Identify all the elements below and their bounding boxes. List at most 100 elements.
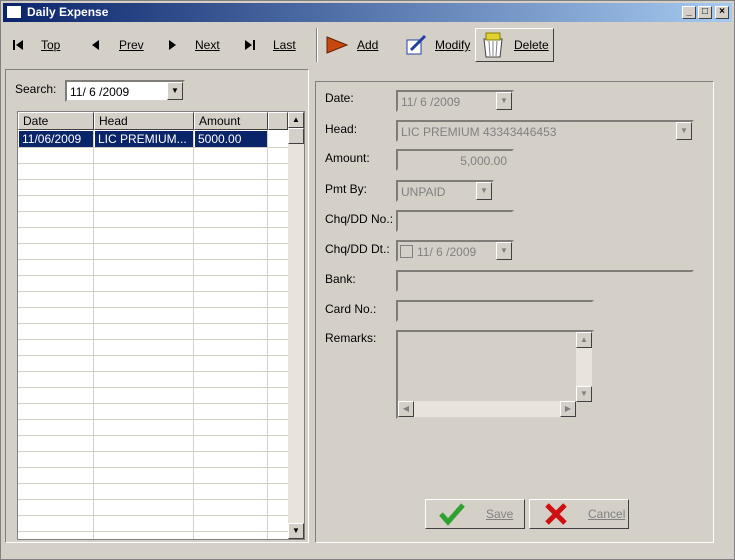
grid-divider [193,130,194,539]
chevron-down-icon[interactable]: ▼ [676,122,692,140]
chq-no-field[interactable] [396,210,514,232]
add-button[interactable]: Add [325,28,378,62]
last-record-icon [245,40,255,50]
chq-date-label: Chq/DD Dt.: [325,242,390,256]
table-cell-amount[interactable]: 5000.00 [195,131,267,147]
prev-button[interactable]: Prev [89,28,144,62]
grid-row-line [18,419,288,420]
main-window: Daily Expense _ □ × Top Prev Next Last A… [0,0,735,560]
scroll-down-button[interactable]: ▼ [288,523,304,539]
modify-button[interactable]: Modify [405,28,470,62]
grid-row-line [18,499,288,500]
next-button[interactable]: Next [165,28,220,62]
top-button[interactable]: Top [11,28,60,62]
pmt-by-value: UNPAID [401,185,446,199]
add-label: Add [357,38,379,52]
chevron-down-icon[interactable]: ▼ [167,82,183,100]
bank-field[interactable] [396,270,694,292]
head-label: Head: [325,122,358,136]
chq-no-label: Chq/DD No.: [325,212,394,226]
col-header-head[interactable]: Head [94,112,194,130]
pmt-by-label: Pmt By: [325,182,368,196]
maximize-button[interactable]: □ [698,6,712,19]
date-value: 11/ 6 /2009 [401,95,461,109]
grid-row-line [18,211,288,212]
grid-row-line [18,323,288,324]
grid-scrollbar[interactable]: ▲ ▼ [288,112,304,539]
remarks-label: Remarks: [325,331,377,345]
chq-date-checkbox[interactable] [400,245,413,258]
grid-row-line [18,179,288,180]
scroll-up-button[interactable]: ▲ [576,332,592,348]
edit-icon [406,34,427,55]
grid-row-line [18,435,288,436]
scroll-down-button[interactable]: ▼ [576,386,592,402]
chq-date-value: 11/ 6 /2009 [417,245,477,259]
scroll-up-button[interactable]: ▲ [288,112,304,128]
grid-row-line [18,243,288,244]
close-button[interactable]: × [715,6,729,19]
toolbar-separator [316,28,318,62]
modify-label: Modify [435,38,471,52]
grid-row-line [18,371,288,372]
next-label: Next [195,38,220,52]
toolbar: Top Prev Next Last Add Modify Delete [3,24,732,66]
bank-label: Bank: [325,272,356,286]
expense-grid[interactable]: Date Head Amount 11/06/2009 LIC PREMIUM.… [17,111,305,540]
pmt-by-dropdown[interactable]: UNPAID ▼ [396,180,494,202]
col-header-date[interactable]: Date [18,112,94,130]
scroll-right-button[interactable]: ▶ [560,401,576,417]
grid-row-line [18,515,288,516]
grid-row-line [18,451,288,452]
chevron-down-icon[interactable]: ▼ [496,242,512,260]
remarks-vscroll[interactable]: ▲ ▼ [576,332,592,402]
scroll-left-button[interactable]: ◀ [398,401,414,417]
grid-row-line [18,163,288,164]
previous-record-icon [92,40,99,50]
title-bar: Daily Expense _ □ × [3,3,732,22]
search-date-value: 11/ 6 /2009 [70,85,130,99]
grid-row-line [18,355,288,356]
amount-field[interactable]: 5,000.00 [396,149,514,171]
grid-row-line [18,227,288,228]
head-value: LIC PREMIUM 43343446453 [401,125,557,139]
card-no-field[interactable] [396,300,594,322]
save-label: Save [486,507,514,521]
cancel-button[interactable]: Cancel [529,499,629,529]
chevron-down-icon[interactable]: ▼ [496,92,512,110]
search-date-picker[interactable]: 11/ 6 /2009 ▼ [65,80,185,102]
delete-button[interactable]: Delete [475,28,554,62]
scroll-thumb[interactable] [288,128,304,144]
head-dropdown[interactable]: LIC PREMIUM 43343446453 ▼ [396,120,694,142]
remarks-hscroll[interactable]: ◀ ▶ [398,401,576,417]
table-cell-date[interactable]: 11/06/2009 [19,131,93,147]
delete-label: Delete [514,38,549,52]
save-button[interactable]: Save [425,499,525,529]
table-cell-head[interactable]: LIC PREMIUM... [95,131,193,147]
minimize-button[interactable]: _ [682,6,696,19]
grid-row-line [18,147,288,148]
grid-divider [93,130,94,539]
add-icon [326,36,349,54]
grid-row-line [18,259,288,260]
card-no-label: Card No.: [325,302,377,316]
search-label: Search: [15,82,57,96]
grid-row-line [18,387,288,388]
last-button[interactable]: Last [243,28,296,62]
col-header-amount[interactable]: Amount [194,112,268,130]
amount-value: 5,000.00 [460,154,507,168]
cancel-label: Cancel [588,507,626,521]
grid-divider [267,130,268,539]
amount-label: Amount: [325,151,370,165]
recycle-bin-icon [483,32,503,58]
chevron-down-icon[interactable]: ▼ [476,182,492,200]
next-record-icon [169,40,176,50]
prev-label: Prev [119,38,144,52]
chq-date-picker[interactable]: 11/ 6 /2009 ▼ [396,240,514,262]
grid-row-line [18,291,288,292]
date-picker[interactable]: 11/ 6 /2009 ▼ [396,90,514,112]
remarks-textarea[interactable]: ▲ ▼ ◀ ▶ [396,330,594,419]
grid-row-line [18,339,288,340]
top-label: Top [41,38,61,52]
date-label: Date: [325,91,354,105]
